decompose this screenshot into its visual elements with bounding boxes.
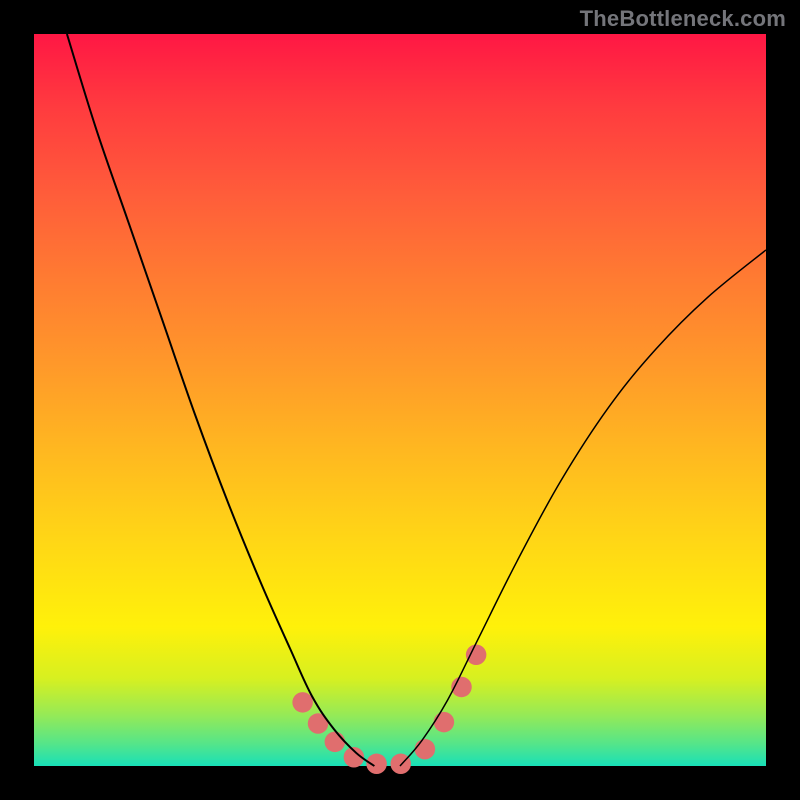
left-curve <box>67 34 374 766</box>
chart-plot-area <box>34 34 766 766</box>
highlight-blob <box>415 739 436 760</box>
watermark-label: TheBottleneck.com <box>580 6 786 32</box>
highlight-blobs <box>292 644 486 774</box>
highlight-blob <box>434 712 455 733</box>
chart-svg <box>34 34 766 766</box>
highlight-blob <box>292 692 313 713</box>
highlight-blob <box>325 732 346 753</box>
highlight-blob <box>466 644 487 665</box>
